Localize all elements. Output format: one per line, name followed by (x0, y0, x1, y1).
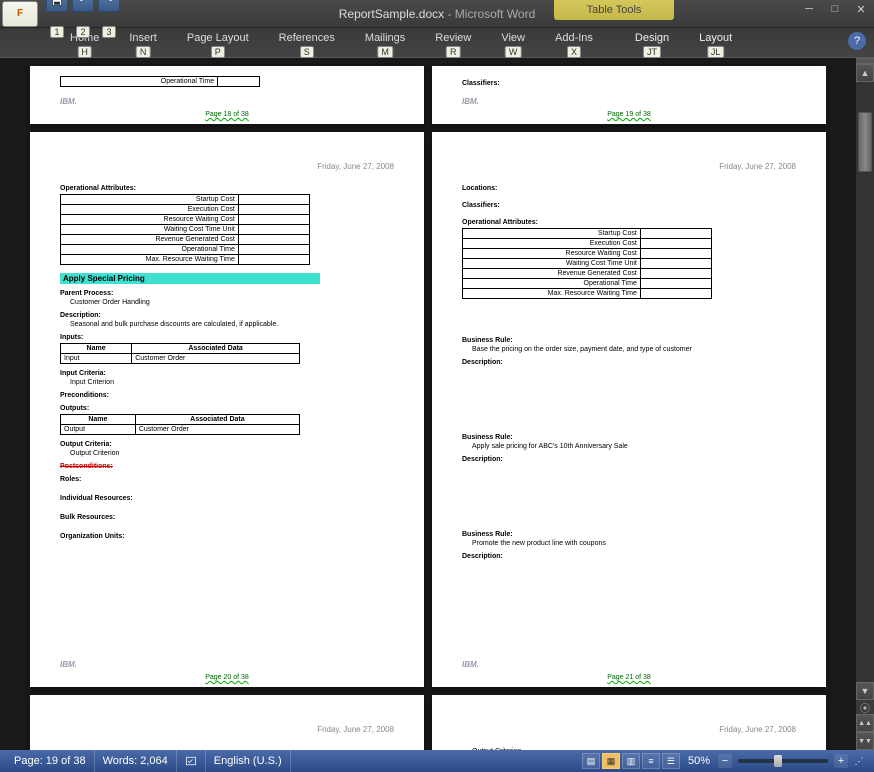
highlighted-heading: Apply Special Pricing (60, 273, 320, 284)
page-number: Page 19 of 38 (607, 111, 651, 118)
zoom-out[interactable]: − (718, 754, 732, 768)
view-outline[interactable]: ≡ (642, 753, 660, 769)
tab-review[interactable]: ReviewR (421, 28, 485, 46)
minimize-button[interactable]: ─ (796, 0, 822, 18)
document-area[interactable]: Operational Time IBM. Page 18 of 38 Clas… (0, 58, 856, 750)
view-print-layout[interactable]: ▤ (582, 753, 600, 769)
scroll-track[interactable] (856, 82, 874, 682)
qat-redo[interactable]: ↷ (98, 0, 120, 12)
view-web-layout[interactable]: ▥ (622, 753, 640, 769)
page-19: Classifiers: IBM. Page 19 of 38 (432, 66, 826, 124)
scroll-up[interactable]: ▲ (856, 64, 874, 82)
status-page[interactable]: Page: 19 of 38 (6, 750, 95, 772)
scroll-thumb[interactable] (858, 112, 872, 172)
zoom-handle[interactable] (774, 755, 782, 767)
close-button[interactable]: ✕ (848, 0, 874, 18)
status-proofing[interactable] (177, 750, 206, 772)
tab-view[interactable]: ViewW (487, 28, 539, 46)
resize-grip[interactable]: ⋰ (850, 753, 868, 769)
maximize-button[interactable]: □ (822, 0, 848, 18)
zoom-slider[interactable] (738, 759, 828, 763)
page-22: Friday, June 27, 2008 (30, 695, 424, 750)
browse-prev[interactable]: ▲▲ (856, 714, 874, 732)
view-full-screen[interactable]: ▦ (602, 753, 620, 769)
qat-save[interactable] (46, 0, 68, 12)
window-title: ReportSample.docx - Microsoft Word (339, 7, 536, 21)
view-draft[interactable]: ☰ (662, 753, 680, 769)
tab-references[interactable]: ReferencesS (265, 28, 349, 46)
zoom-in[interactable]: + (834, 754, 848, 768)
tab-insert[interactable]: InsertN (115, 28, 171, 46)
browse-next[interactable]: ▼▼ (856, 732, 874, 750)
tab-page-layout[interactable]: Page LayoutP (173, 28, 263, 46)
page-23: Friday, June 27, 2008 Output Criterion P… (432, 695, 826, 750)
vertical-scrollbar[interactable]: ▲ ▼ ⦿ ▲▲ ▼▼ (856, 58, 874, 750)
office-button[interactable]: F (2, 1, 38, 27)
tab-mailings[interactable]: MailingsM (351, 28, 419, 46)
quick-access-toolbar: 1 ↶2 ↷3 (46, 0, 120, 38)
title-bar: F 1 ↶2 ↷3 ReportSample.docx - Microsoft … (0, 0, 874, 28)
status-words[interactable]: Words: 2,064 (95, 750, 177, 772)
tab-layout[interactable]: LayoutJL (685, 28, 746, 46)
status-language[interactable]: English (U.S.) (206, 750, 291, 772)
table-tools-contextual: Table Tools (554, 0, 674, 20)
page-number: Page 18 of 38 (205, 111, 249, 118)
status-bar: Page: 19 of 38 Words: 2,064 English (U.S… (0, 750, 874, 772)
page-number: Page 20 of 38 (205, 674, 249, 681)
page-20: Friday, June 27, 2008 Operational Attrib… (30, 132, 424, 687)
ribbon-tabs: HomeH InsertN Page LayoutP ReferencesS M… (0, 28, 874, 58)
prev-page-icon[interactable]: ⦿ (856, 700, 874, 714)
tab-add-ins[interactable]: Add-InsX (541, 28, 607, 46)
help-button[interactable]: ? (848, 32, 866, 50)
page-18: Operational Time IBM. Page 18 of 38 (30, 66, 424, 124)
page-number: Page 21 of 38 (607, 674, 651, 681)
qat-undo[interactable]: ↶ (72, 0, 94, 12)
tab-design[interactable]: DesignJT (621, 28, 683, 46)
page-21: Friday, June 27, 2008 Locations: Classif… (432, 132, 826, 687)
scroll-down[interactable]: ▼ (856, 682, 874, 700)
zoom-value[interactable]: 50% (688, 755, 710, 767)
